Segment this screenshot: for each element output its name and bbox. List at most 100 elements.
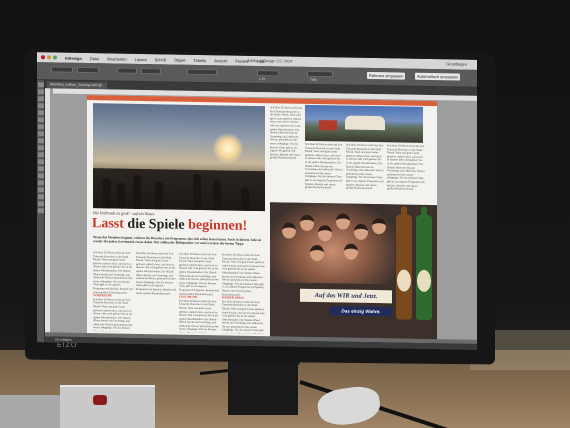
text-column[interactable]: Seit über 20 Jahren zieht das Fest Tause… xyxy=(305,143,343,202)
direct-selection-tool-icon[interactable] xyxy=(38,89,44,95)
window-title: Adobe InDesign CC 2014 xyxy=(247,57,293,64)
vertical-ruler[interactable] xyxy=(45,88,50,337)
menu-schrift[interactable]: Schrift xyxy=(155,57,166,62)
body-text: Seit über 20 Jahren zieht das Fest Tause… xyxy=(136,251,176,296)
type-tool-icon[interactable] xyxy=(38,110,44,116)
ad-banner: Auf das WIR und Jetzt. xyxy=(300,288,392,304)
menu-layout[interactable]: Layout xyxy=(135,56,147,61)
body-text: Seit über 20 Jahren zieht das Fest Tause… xyxy=(222,253,265,297)
selection-tool-icon[interactable] xyxy=(38,82,44,88)
person-silhouette xyxy=(133,174,141,209)
text-column[interactable]: Seit über 20 Jahren zieht das Fest Tause… xyxy=(179,253,219,334)
menu-indesign[interactable]: InDesign xyxy=(65,55,82,60)
photo-caption: Die Vorfreude ist groß – auf ein Neues xyxy=(93,210,155,217)
face xyxy=(336,213,350,230)
person-silhouette xyxy=(103,178,111,209)
market-photo[interactable] xyxy=(305,104,423,143)
headline[interactable]: Lasst die Spiele beginnen! xyxy=(92,216,247,235)
desk-object xyxy=(0,395,60,428)
line-tool-icon[interactable] xyxy=(38,117,44,123)
beer-bottle-brown xyxy=(396,206,412,320)
person-silhouette xyxy=(117,182,125,209)
width-field[interactable] xyxy=(117,67,137,74)
face xyxy=(310,244,324,262)
person-silhouette xyxy=(193,173,201,211)
note-tool-icon[interactable] xyxy=(38,173,44,179)
x-field[interactable] xyxy=(51,66,73,73)
menu-objekt[interactable]: Objekt xyxy=(174,57,186,62)
eyedropper-tool-icon[interactable] xyxy=(38,180,44,186)
body-text: Seit über 20 Jahren zieht das Fest Tause… xyxy=(93,251,133,295)
text-column[interactable]: Seit über 20 Jahren zieht das Fest Tause… xyxy=(387,144,425,203)
headline-part2: die Spiele xyxy=(127,216,185,233)
festival-photo[interactable] xyxy=(93,103,265,212)
minimize-icon[interactable] xyxy=(47,55,51,60)
close-icon[interactable] xyxy=(41,55,45,60)
person-silhouette xyxy=(241,186,249,211)
auto-fit-button[interactable]: Automatisch einpassen xyxy=(415,72,461,81)
face xyxy=(282,222,296,239)
transform-tool-icon[interactable] xyxy=(38,159,44,165)
photo-scene: EIZO InDesign Datei Bearbeiten Layout Sc… xyxy=(0,0,570,428)
text-column[interactable]: Seit über 20 Jahren zieht das Fest Tause… xyxy=(222,253,266,334)
face xyxy=(344,243,358,260)
workspace-switcher[interactable]: Grundlagen xyxy=(446,61,467,66)
body-text: Seit über 20 Jahren zieht das Fest Tause… xyxy=(222,300,265,335)
face xyxy=(318,225,332,242)
beer-bottle-green xyxy=(416,206,432,321)
zoom-field[interactable] xyxy=(307,70,333,78)
menu-bearbeiten[interactable]: Bearbeiten xyxy=(107,56,126,61)
sun xyxy=(213,133,243,164)
menu-tabelle[interactable]: Tabelle xyxy=(194,57,207,62)
person-silhouette xyxy=(155,181,163,210)
scissors-tool-icon[interactable] xyxy=(38,152,44,158)
pen-tool-icon[interactable] xyxy=(38,124,44,130)
keyboard xyxy=(60,385,155,428)
y-field[interactable] xyxy=(77,66,99,74)
body-text: Seit über 20 Jahren zieht das Fest Tause… xyxy=(179,299,219,334)
body-text: Seit über 20 Jahren zieht das Fest Tause… xyxy=(179,252,219,296)
beer-advertisement[interactable]: Auf das WIR und Jetzt. Das einzig Wahre. xyxy=(270,202,437,342)
gap-tool-icon[interactable] xyxy=(38,103,44,109)
tools-panel xyxy=(37,80,45,343)
rectangle-frame-tool-icon[interactable] xyxy=(38,138,44,144)
zoom-tool-icon[interactable] xyxy=(38,194,44,200)
desk-object-red xyxy=(93,395,107,405)
window-controls xyxy=(41,55,57,60)
headline-part3: beginnen! xyxy=(188,217,248,234)
text-column[interactable]: Seit über 20 Jahren zieht das Fest Tause… xyxy=(346,144,384,203)
rectangle-tool-icon[interactable] xyxy=(38,145,44,151)
page-tool-icon[interactable] xyxy=(38,96,44,102)
gradient-tool-icon[interactable] xyxy=(38,166,44,172)
stroke-value: 1 Pt xyxy=(259,77,266,82)
text-column[interactable]: Seit über 20 Jahren zieht das Fest Tause… xyxy=(136,252,176,333)
menu-ansicht[interactable]: Ansicht xyxy=(214,58,227,63)
monitor-stand xyxy=(228,355,298,415)
ad-photo-people xyxy=(270,202,395,285)
face xyxy=(300,214,314,231)
crowd xyxy=(93,168,265,212)
face xyxy=(354,223,368,240)
indesign-window: InDesign Datei Bearbeiten Layout Schrift… xyxy=(37,52,477,350)
text-column[interactable]: Seit über 20 Jahren zieht das Fest Tause… xyxy=(93,251,133,332)
headline-part1: Lasst xyxy=(92,216,124,232)
hand-tool-icon[interactable] xyxy=(38,187,44,193)
body-text: Seit über 20 Jahren zieht das Fest Tause… xyxy=(93,297,133,332)
scale-field[interactable] xyxy=(187,68,217,76)
face xyxy=(372,218,386,235)
stroke-field[interactable] xyxy=(257,70,279,77)
fit-frame-button[interactable]: Rahmen einpassen xyxy=(367,71,406,80)
zoom-icon[interactable] xyxy=(53,55,57,60)
tent xyxy=(345,115,385,131)
view-mode-icon[interactable] xyxy=(38,208,44,214)
monitor-brand: EIZO xyxy=(57,341,78,350)
menu-datei[interactable]: Datei xyxy=(90,56,99,61)
height-field[interactable] xyxy=(141,67,161,75)
pencil-tool-icon[interactable] xyxy=(38,131,44,137)
text-column[interactable]: Seit über 20 Jahren zieht das Fest Tause… xyxy=(270,106,303,201)
ad-slogan: Das einzig Wahre. xyxy=(330,306,392,317)
stand-canopy xyxy=(319,120,337,131)
zoom-value: 78% xyxy=(310,77,318,83)
person-silhouette xyxy=(213,180,221,211)
fill-stroke-icon[interactable] xyxy=(38,201,44,207)
